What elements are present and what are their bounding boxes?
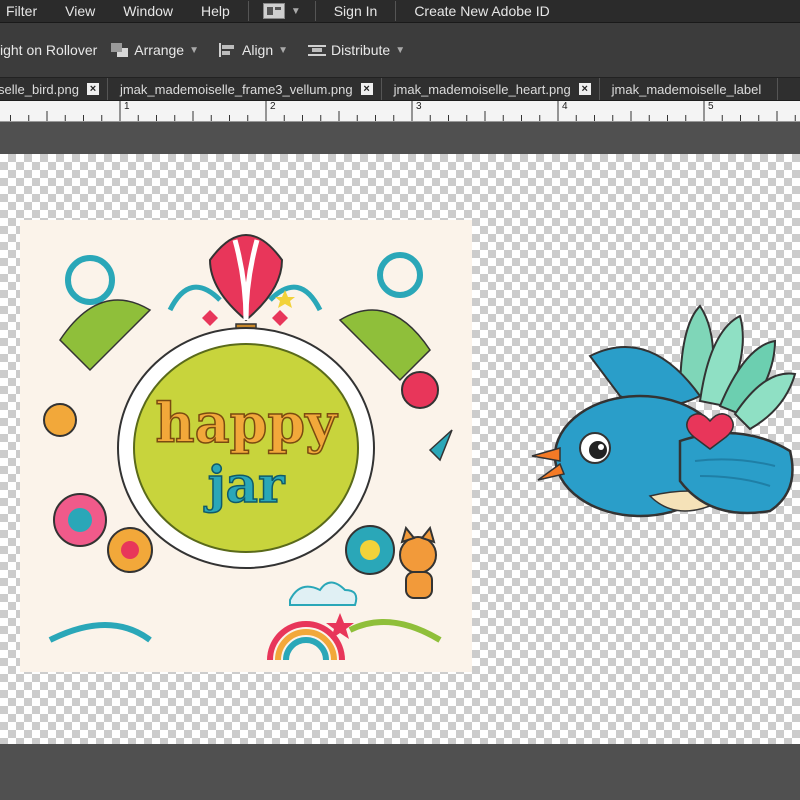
tab-label: selle_bird.png — [0, 81, 79, 97]
horizontal-ruler[interactable]: 1 2 3 4 5 — [0, 101, 800, 122]
ruler-number: 3 — [416, 101, 422, 112]
document-canvas[interactable]: happy jar — [0, 154, 800, 744]
tab-frame3-vellum[interactable]: jmak_mademoiselle_frame3_vellum.png × — [108, 78, 382, 100]
workspace-icon — [262, 3, 285, 19]
cat-icon — [399, 525, 437, 599]
highlight-rollover-label: ight on Rollover — [0, 42, 98, 58]
align-label: Align — [242, 42, 274, 58]
tab-label-file[interactable]: jmak_mademoiselle_label — [600, 78, 779, 100]
distribute-icon — [308, 43, 327, 57]
happy-text: happy — [155, 391, 338, 455]
arrange-button[interactable]: Arrange ▼ — [111, 42, 199, 58]
canvas-area[interactable]: happy jar — [0, 122, 800, 800]
chevron-down-icon: ▼ — [395, 44, 406, 56]
sign-in-link[interactable]: Sign In — [320, 0, 392, 22]
align-button[interactable]: Align ▼ — [219, 42, 288, 58]
chevron-down-icon: ▼ — [290, 5, 301, 17]
close-icon[interactable]: × — [578, 83, 591, 95]
menu-filter[interactable]: Filter — [0, 0, 51, 22]
menu-help[interactable]: Help — [187, 0, 244, 22]
arrange-label: Arrange — [134, 42, 185, 58]
chevron-down-icon: ▼ — [189, 44, 199, 56]
arrange-icon — [111, 43, 130, 57]
tab-label: jmak_mademoiselle_heart.png — [393, 81, 571, 97]
menu-view[interactable]: View — [51, 0, 109, 22]
document-tabs: selle_bird.png × jmak_mademoiselle_frame… — [0, 78, 800, 101]
close-icon[interactable]: × — [360, 83, 373, 95]
tab-bird[interactable]: selle_bird.png × — [0, 78, 108, 100]
separator — [314, 1, 316, 21]
bird-icon — [531, 304, 797, 518]
ruler-number: 2 — [270, 101, 276, 112]
options-bar: ight on Rollover Arrange ▼ Align ▼ Distr… — [0, 23, 800, 78]
menu-bar: Filter View Window Help ▼ Sign In Create… — [0, 0, 800, 23]
ruler-number: 4 — [562, 101, 568, 112]
blue-bird-image[interactable] — [530, 296, 800, 526]
separator — [395, 1, 397, 21]
tab-label: jmak_mademoiselle_frame3_vellum.png — [119, 81, 353, 97]
separator — [247, 1, 249, 21]
ruler-number: 5 — [708, 101, 714, 112]
tab-heart[interactable]: jmak_mademoiselle_heart.png × — [382, 78, 600, 100]
align-icon — [219, 43, 237, 57]
distribute-button[interactable]: Distribute ▼ — [308, 42, 405, 58]
tab-label: jmak_mademoiselle_label — [611, 81, 762, 97]
menu-window[interactable]: Window — [109, 0, 187, 22]
close-icon[interactable]: × — [86, 83, 99, 95]
jar-text: jar — [204, 455, 285, 514]
ruler-number: 1 — [124, 101, 130, 112]
happy-jar-frame-image[interactable]: happy jar — [20, 220, 472, 672]
create-adobe-id-link[interactable]: Create New Adobe ID — [400, 0, 563, 22]
chevron-down-icon: ▼ — [278, 44, 289, 56]
highlight-rollover-option[interactable]: ight on Rollover — [0, 42, 97, 58]
distribute-label: Distribute — [331, 42, 391, 58]
ruler-ticks — [10, 101, 796, 121]
workspace-button[interactable]: ▼ — [253, 3, 311, 19]
